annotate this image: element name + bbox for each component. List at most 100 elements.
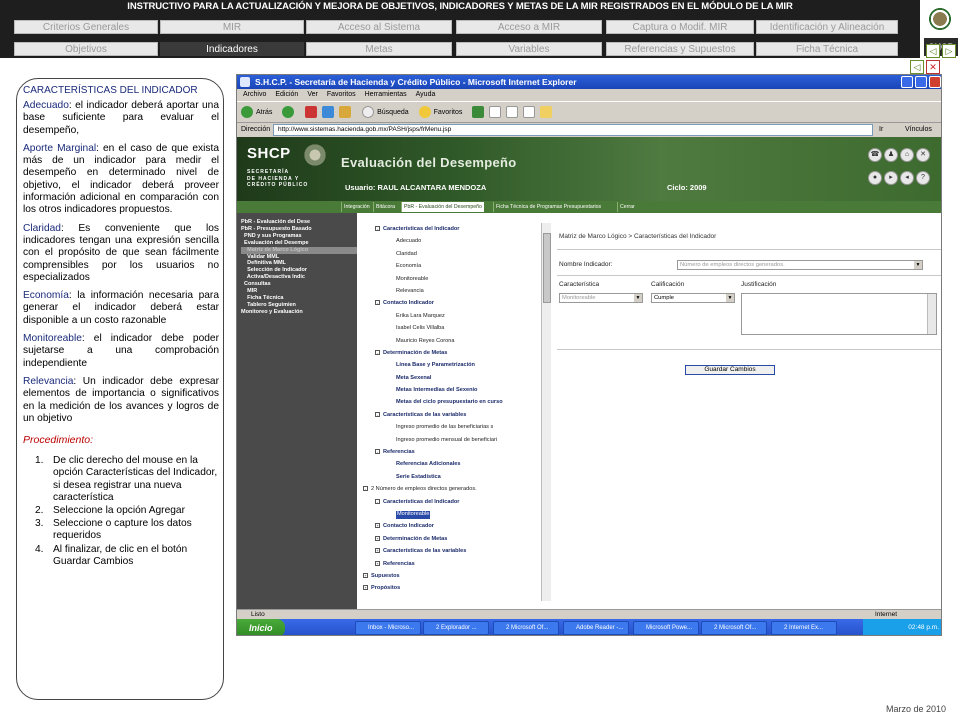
menu-item[interactable]: Archivo — [243, 91, 266, 98]
record-icon[interactable]: ● — [868, 171, 882, 185]
folder-icon[interactable] — [540, 106, 553, 119]
go-button[interactable]: Ir — [879, 124, 883, 136]
tree-node[interactable]: Referencias Adicionales — [359, 458, 551, 470]
forward-icon[interactable]: ▸ — [884, 171, 898, 185]
leftnav-item[interactable]: Activa/Desactiva Indic — [241, 274, 357, 281]
tree-node[interactable]: Metas Intermedias del Sexenio — [359, 384, 551, 396]
tree-node[interactable]: Claridad — [359, 248, 551, 260]
help-icon[interactable]: ? — [916, 171, 930, 185]
menu-item[interactable]: Ayuda — [416, 91, 436, 98]
tree-node[interactable]: Adecuado — [359, 235, 551, 247]
leftnav-item[interactable]: Validar MML — [241, 254, 357, 261]
leftnav-item[interactable]: PND y sus Programas — [241, 233, 357, 240]
tree-node-label[interactable]: Determinación de Metas — [383, 350, 447, 356]
tree-node-label[interactable]: Características de las variables — [383, 412, 466, 418]
tree-node[interactable]: + Referencias — [359, 558, 551, 570]
tree-node[interactable]: -2 Número de empleos directos generados. — [359, 483, 551, 495]
tree-node-label[interactable]: Características de las variables — [383, 548, 466, 554]
tree-node-label[interactable]: Determinación de Metas — [383, 536, 447, 542]
nav-identificacion[interactable]: Identificación y Alineación — [756, 20, 898, 34]
tree-node[interactable]: + Contacto Indicador — [359, 520, 551, 532]
taskbar-item[interactable]: Microsoft Powe... — [633, 621, 699, 635]
tree-node[interactable]: - Características del Indicador — [359, 223, 551, 235]
favorites-label[interactable]: Favoritos — [434, 109, 463, 116]
taskbar-item[interactable]: 2 Internet Ex... — [771, 621, 837, 635]
taskbar-item[interactable]: Adobe Reader -... — [563, 621, 629, 635]
history-icon[interactable] — [472, 106, 485, 119]
nav-mir[interactable]: MIR — [160, 20, 304, 34]
tab-integracion[interactable]: Integración — [341, 202, 372, 212]
tree-node[interactable]: + Características de las variables — [359, 545, 551, 557]
nav-acceso-mir[interactable]: Acceso a MIR — [456, 20, 602, 34]
close-icon[interactable]: ✕ — [926, 60, 940, 74]
tree-node[interactable]: Línea Base y Parametrización — [359, 359, 551, 371]
justification-textarea[interactable] — [741, 293, 937, 335]
tree-node-label[interactable]: Monitoreable — [396, 276, 428, 282]
search-icon[interactable] — [362, 106, 375, 119]
leftnav-item[interactable]: PbR - Presupuesto Basado — [241, 226, 357, 233]
tree-node-label[interactable]: Contacto Indicador — [383, 523, 434, 529]
tree-node[interactable]: Mauricio Reyes Corona — [359, 335, 551, 347]
leftnav-item[interactable]: Ficha Técnica — [241, 295, 357, 302]
nav-indicadores[interactable]: Indicadores — [160, 42, 304, 56]
tree-node[interactable]: + Supuestos — [359, 570, 551, 582]
tree-node[interactable]: - Características del Indicador — [359, 496, 551, 508]
back-label[interactable]: Atrás — [256, 109, 272, 116]
expand-icon[interactable]: + — [363, 572, 368, 578]
leftnav-item[interactable]: Monitoreo y Evaluación — [241, 309, 357, 316]
menu-item[interactable]: Ver — [307, 91, 318, 98]
first-page-icon[interactable]: ◁ — [910, 60, 924, 74]
maximize-icon[interactable] — [915, 76, 927, 88]
nav-acceso-sistema[interactable]: Acceso al Sistema — [306, 20, 452, 34]
nav-referencias-supuestos[interactable]: Referencias y Supuestos — [606, 42, 754, 56]
tree-node-label[interactable]: Monitoreable — [396, 510, 431, 519]
refresh-icon[interactable] — [322, 106, 335, 119]
tree-scrollbar[interactable] — [541, 223, 551, 601]
tree-node-label[interactable]: Referencias Adicionales — [396, 461, 460, 467]
taskbar-item[interactable]: 2 Microsoft Of... — [701, 621, 767, 635]
menu-item[interactable]: Edición — [275, 91, 298, 98]
close-icon[interactable]: ✕ — [916, 148, 930, 162]
tree-node-label[interactable]: Propósitos — [371, 585, 400, 591]
collapse-icon[interactable]: - — [375, 226, 380, 232]
leftnav-item[interactable]: MIR — [241, 288, 357, 295]
expand-icon[interactable]: + — [375, 560, 380, 566]
home-icon[interactable]: ⌂ — [900, 148, 914, 162]
nav-variables[interactable]: Variables — [456, 42, 602, 56]
tree-node-label[interactable]: Isabel Celis Villalba — [396, 325, 444, 331]
nav-criterios-generales[interactable]: Criterios Generales — [14, 20, 158, 34]
tree-node-label[interactable]: Serie Estadística — [396, 474, 441, 480]
back-icon[interactable] — [241, 106, 253, 119]
favorites-icon[interactable] — [418, 106, 431, 119]
taskbar-item[interactable]: 2 Microsoft Of... — [493, 621, 559, 635]
tree-node-label[interactable]: Características del Indicador — [383, 226, 459, 232]
tree-node-label[interactable]: Metas del ciclo presupuestario en curso — [396, 399, 503, 405]
prev-page-icon[interactable]: ◁ — [926, 44, 940, 58]
leftnav-item[interactable]: Consultas — [241, 281, 357, 288]
search-label[interactable]: Búsqueda — [377, 109, 409, 116]
collapse-icon[interactable]: - — [375, 300, 380, 306]
address-input[interactable]: http://www.sistemas.hacienda.gob.mx/PASH… — [273, 124, 873, 136]
expand-icon[interactable]: + — [375, 523, 380, 529]
indicator-name-select[interactable]: Número de empleos directos generados. ▼ — [677, 260, 923, 270]
collapse-icon[interactable]: - — [375, 449, 380, 455]
taskbar-item[interactable]: Inbox - Microso... — [355, 621, 421, 635]
leftnav-item[interactable]: PbR - Evaluación del Dese — [241, 219, 357, 226]
leftnav-item[interactable]: Matriz de Marco Lógico — [241, 246, 357, 254]
expand-icon[interactable]: + — [375, 535, 380, 541]
tree-node[interactable]: Economía — [359, 260, 551, 272]
tree-node-label[interactable]: Ingreso promedio de las beneficiarias s — [396, 424, 493, 430]
tree-node-label[interactable]: Características del Indicador — [383, 499, 459, 505]
minimize-icon[interactable] — [901, 76, 913, 88]
next-page-icon[interactable]: ▷ — [942, 44, 956, 58]
expand-icon[interactable]: + — [363, 585, 368, 591]
leftnav-item[interactable]: Selección de Indicador — [241, 267, 357, 274]
window-close-icon[interactable] — [929, 76, 941, 88]
expand-icon[interactable]: + — [375, 548, 380, 554]
tree-node[interactable]: Isabel Celis Villalba — [359, 322, 551, 334]
tree-node[interactable]: Serie Estadística — [359, 471, 551, 483]
back-icon[interactable]: ◂ — [900, 171, 914, 185]
forward-icon[interactable] — [282, 106, 295, 119]
tree-node[interactable]: + Propósitos — [359, 582, 551, 594]
tree-node-label[interactable]: Erika Lara Marquez — [396, 313, 445, 319]
